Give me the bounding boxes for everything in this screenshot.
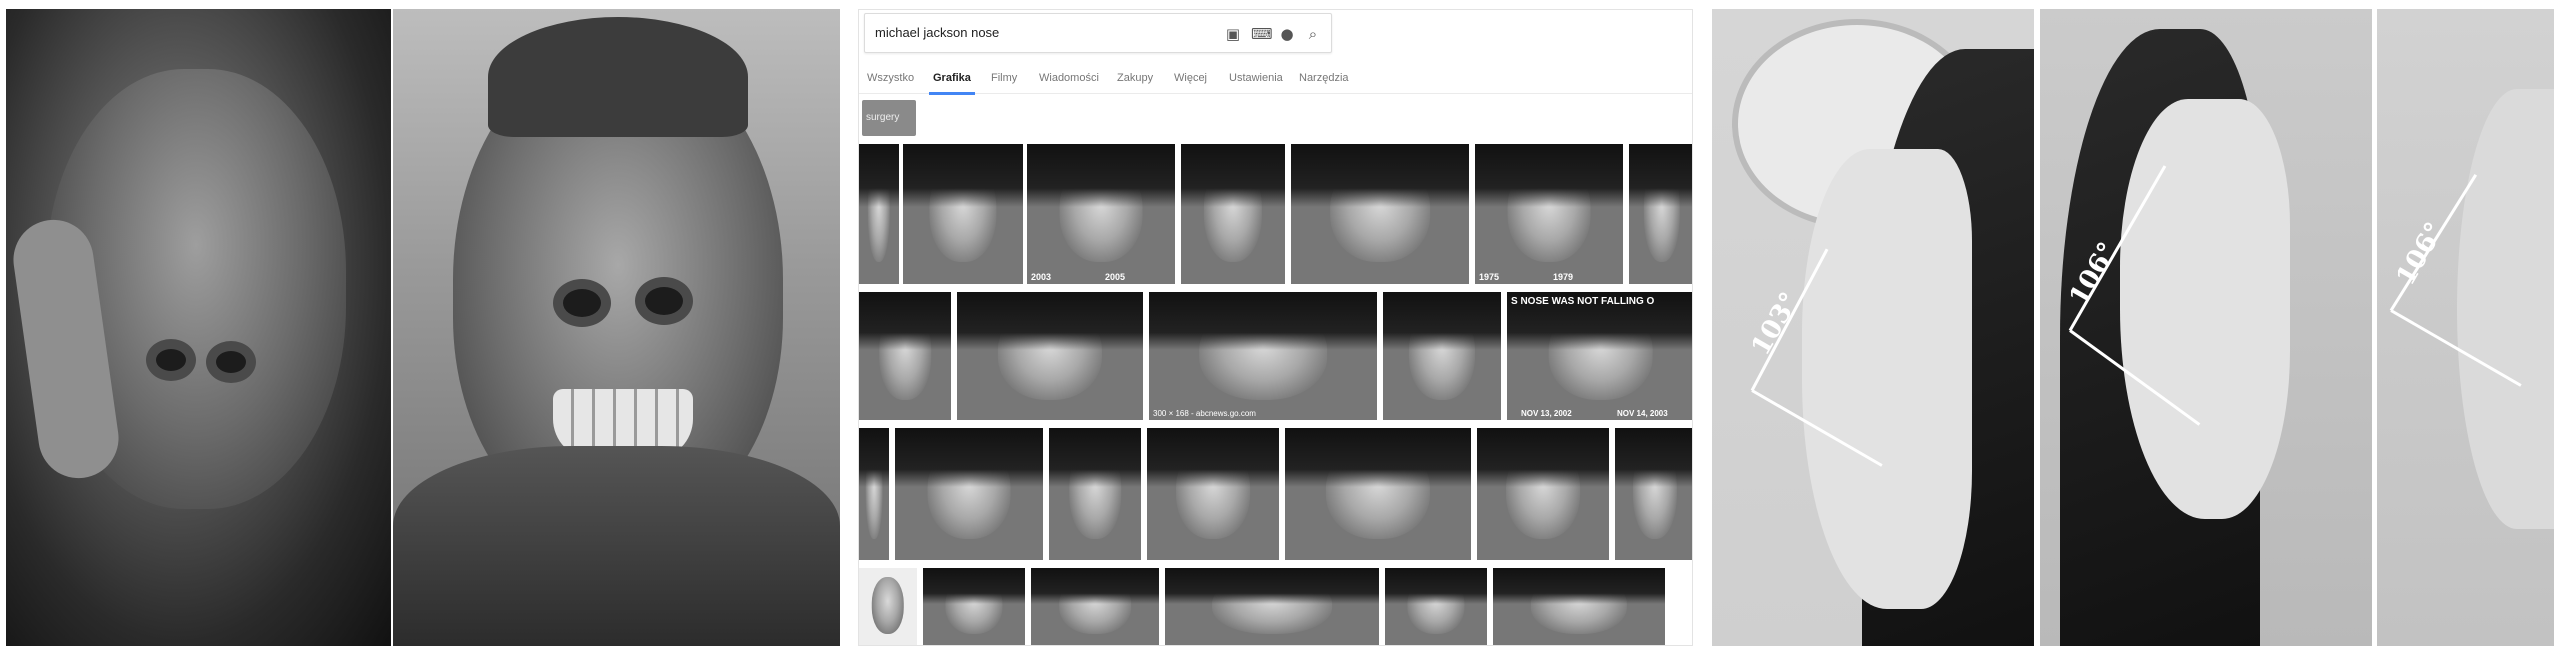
result-thumbnail[interactable]: [1031, 568, 1159, 645]
result-thumbnail[interactable]: [903, 144, 1023, 284]
photo-profile-partial-angle: 106°: [2377, 9, 2554, 646]
photo-woman-nose-plugs-smiling: [393, 9, 840, 646]
result-thumbnail[interactable]: [1629, 144, 1692, 284]
tab-filmy[interactable]: Filmy: [991, 72, 1017, 84]
result-thumbnail[interactable]: [1383, 292, 1501, 420]
tab-ustawienia[interactable]: Ustawienia: [1229, 72, 1283, 84]
result-thumbnail[interactable]: [957, 292, 1143, 420]
photo-woman-nose-plugs-left: [6, 9, 391, 646]
search-query[interactable]: michael jackson nose: [875, 25, 999, 40]
result-thumbnail[interactable]: [859, 292, 951, 420]
nose-plug-right: [206, 341, 256, 383]
keyboard-icon[interactable]: ⌨: [1251, 24, 1273, 44]
result-thumbnail[interactable]: [859, 568, 917, 645]
result-thumbnail[interactable]: [1385, 568, 1487, 645]
search-tabs: Wszystko Grafika Filmy Wiadomości Zakupy…: [859, 64, 1692, 95]
tab-narzedzia[interactable]: Narzędzia: [1299, 72, 1349, 84]
result-thumbnail[interactable]: [1181, 144, 1285, 284]
search-bar[interactable]: michael jackson nose ▣ ⌨ ● ⌕: [864, 13, 1332, 53]
caption-nose-headline: S NOSE WAS NOT FALLING O: [1511, 296, 1655, 307]
photo-profile-hat-angle: 103°: [1712, 9, 2034, 646]
nose-plug-left: [146, 339, 196, 381]
result-thumbnail[interactable]: [1615, 428, 1692, 560]
caption-nov-2002: NOV 13, 2002: [1521, 409, 1572, 418]
result-thumbnail[interactable]: [1049, 428, 1141, 560]
face-profile: [1802, 149, 1972, 609]
angle-label: 103°: [1745, 287, 1806, 361]
face-profile: [2120, 99, 2290, 519]
result-thumbnail[interactable]: 300 × 168 - abcnews.go.com: [1149, 292, 1377, 420]
nose-plug-right: [635, 277, 693, 325]
result-thumbnail[interactable]: [1493, 568, 1665, 645]
microphone-icon[interactable]: ●: [1277, 24, 1297, 44]
result-thumbnail[interactable]: [1285, 428, 1471, 560]
result-thumbnail[interactable]: [1147, 428, 1279, 560]
result-thumbnail[interactable]: [895, 428, 1043, 560]
tab-grafika[interactable]: Grafika: [929, 72, 975, 95]
caption-source: 300 × 168 - abcnews.go.com: [1153, 409, 1256, 418]
caption-1979: 1979: [1553, 272, 1574, 282]
related-chip-surgery[interactable]: surgery: [862, 100, 916, 136]
image-results-grid: 2003 2005 1975 1979 300 × 168 - abcnews.…: [859, 144, 1692, 645]
caption-1975: 1975: [1479, 272, 1500, 282]
image-search-screenshot: michael jackson nose ▣ ⌨ ● ⌕ Wszystko Gr…: [858, 9, 1693, 646]
result-thumbnail[interactable]: [923, 568, 1025, 645]
headband: [488, 17, 748, 137]
angle-label: 106°: [2390, 217, 2451, 291]
result-thumbnail[interactable]: S NOSE WAS NOT FALLING O NOV 13, 2002 NO…: [1507, 292, 1692, 420]
nose-plug-left: [553, 279, 611, 327]
result-thumbnail[interactable]: [1165, 568, 1379, 645]
search-icon[interactable]: ⌕: [1303, 24, 1323, 44]
result-thumbnail[interactable]: 2003 2005: [1027, 144, 1175, 284]
photo-profile-smiling-angle: 106°: [2040, 9, 2372, 646]
tab-wiecej[interactable]: Więcej: [1174, 72, 1207, 84]
scarf: [393, 446, 840, 646]
caption-nov-2003: NOV 14, 2003: [1617, 409, 1668, 418]
face-profile: [2457, 89, 2554, 529]
result-thumbnail[interactable]: [859, 144, 899, 284]
caption-2003: 2003: [1031, 272, 1052, 282]
result-thumbnail[interactable]: 1975 1979: [1475, 144, 1623, 284]
result-thumbnail[interactable]: [1477, 428, 1609, 560]
result-thumbnail[interactable]: [859, 428, 889, 560]
camera-icon[interactable]: ▣: [1223, 24, 1243, 44]
caption-2005: 2005: [1105, 272, 1126, 282]
image-collage: michael jackson nose ▣ ⌨ ● ⌕ Wszystko Gr…: [0, 0, 2560, 653]
tab-wszystko[interactable]: Wszystko: [867, 72, 914, 84]
tab-zakupy[interactable]: Zakupy: [1117, 72, 1153, 84]
tab-wiadomosci[interactable]: Wiadomości: [1039, 72, 1099, 84]
result-thumbnail[interactable]: [1291, 144, 1469, 284]
